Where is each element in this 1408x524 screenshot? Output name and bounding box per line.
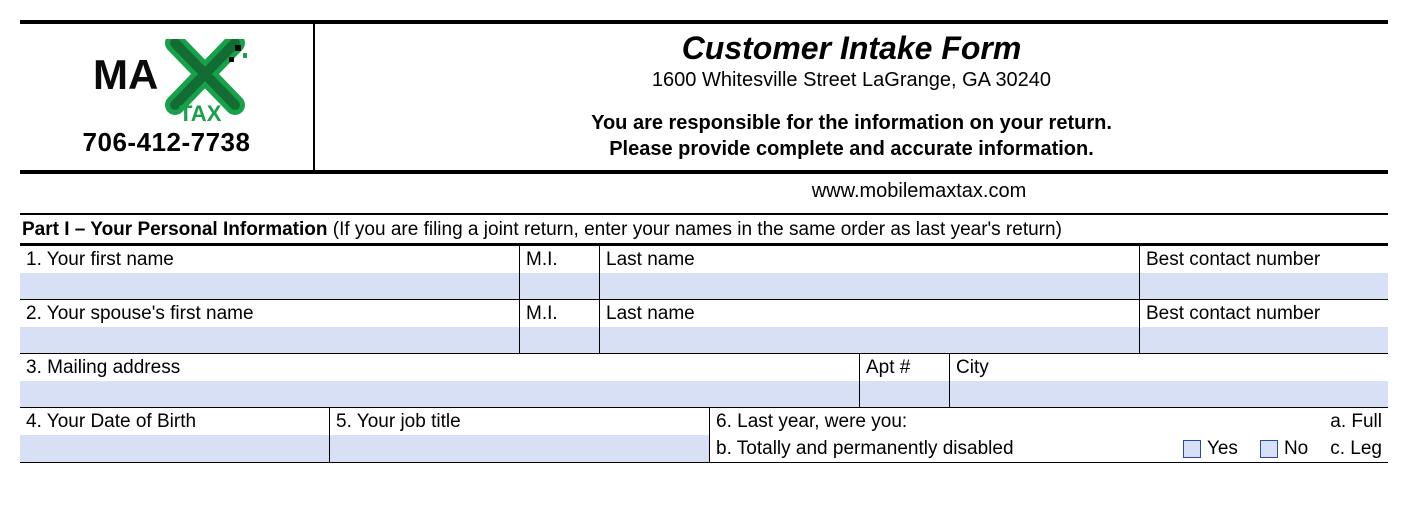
logo-tax-text: TAX: [179, 101, 222, 125]
input-spouse-first[interactable]: [20, 327, 520, 353]
company-address: 1600 Whitesville Street LaGrange, GA 302…: [325, 69, 1378, 92]
disclaimer-line-2: Please provide complete and accurate inf…: [325, 136, 1378, 162]
checkbox-icon: [1260, 440, 1278, 458]
input-spouse-last[interactable]: [600, 327, 1140, 353]
label-apt: Apt #: [860, 354, 950, 381]
yes-label: Yes: [1207, 438, 1238, 460]
disclaimer-line-1: You are responsible for the information …: [325, 110, 1378, 136]
label-contact: Best contact number: [1140, 246, 1388, 273]
row-1-inputs: [20, 273, 1388, 299]
website-url: www.mobilemaxtax.com: [20, 174, 1388, 209]
input-spouse-mi[interactable]: [520, 327, 600, 353]
form-header: MA TAX 706-412-7738 Customer Intake Form…: [20, 20, 1388, 174]
part-1-heading: Part I – Your Personal Information (If y…: [20, 213, 1388, 246]
label-spouse-first: 2. Your spouse's first name: [20, 300, 520, 327]
input-dob[interactable]: [20, 435, 330, 462]
input-apt[interactable]: [860, 381, 950, 407]
label-q6a: 6. Last year, were you: a. Full: [710, 408, 1388, 435]
input-job-title[interactable]: [330, 435, 710, 462]
row-1-labels: 1. Your first name M.I. Last name Best c…: [20, 246, 1388, 273]
row-2-inputs: [20, 327, 1388, 353]
input-first-name[interactable]: [20, 273, 520, 299]
input-contact[interactable]: [1140, 273, 1388, 299]
input-city[interactable]: [950, 381, 1388, 407]
row-4-line-b: b. Totally and permanently disabled Yes …: [20, 435, 1388, 462]
checkbox-icon: [1183, 440, 1201, 458]
q6a-tail: a. Full: [1330, 411, 1382, 433]
label-job-title: 5. Your job title: [330, 408, 710, 435]
input-mailing-address[interactable]: [20, 381, 860, 407]
form-title: Customer Intake Form: [325, 30, 1378, 67]
label-dob: 4. Your Date of Birth: [20, 408, 330, 435]
part-1-note: (If you are filing a joint return, enter…: [333, 219, 1062, 240]
label-spouse-contact: Best contact number: [1140, 300, 1388, 327]
bottom-rule: [20, 462, 1388, 463]
header-right: Customer Intake Form 1600 Whitesville St…: [315, 24, 1388, 170]
q6a-text: 6. Last year, were you:: [716, 411, 907, 433]
label-mi: M.I.: [520, 246, 600, 273]
label-last-name: Last name: [600, 246, 1140, 273]
input-mi[interactable]: [520, 273, 600, 299]
label-city: City: [950, 354, 1388, 381]
row-4-labels: 4. Your Date of Birth 5. Your job title …: [20, 407, 1388, 435]
header-left: MA TAX 706-412-7738: [20, 24, 315, 170]
row-3-labels: 3. Mailing address Apt # City: [20, 353, 1388, 381]
label-first-name: 1. Your first name: [20, 246, 520, 273]
q6b-area: b. Totally and permanently disabled Yes …: [710, 435, 1388, 462]
part-1-title: Part I – Your Personal Information: [22, 219, 327, 240]
row-2-labels: 2. Your spouse's first name M.I. Last na…: [20, 299, 1388, 327]
label-spouse-last: Last name: [600, 300, 1140, 327]
company-phone: 706-412-7738: [83, 127, 251, 158]
input-last-name[interactable]: [600, 273, 1140, 299]
logo-ma-text: MA: [93, 51, 158, 98]
label-spouse-mi: M.I.: [520, 300, 600, 327]
no-label: No: [1284, 438, 1308, 460]
q6b-yes-option[interactable]: Yes: [1183, 438, 1238, 460]
q6b-tail: c. Leg: [1330, 438, 1382, 460]
q6b-text: b. Totally and permanently disabled: [716, 438, 1183, 460]
row-3-inputs: [20, 381, 1388, 407]
q6b-no-option[interactable]: No: [1260, 438, 1308, 460]
label-mailing-address: 3. Mailing address: [20, 354, 860, 381]
maxtax-logo: MA TAX: [87, 39, 247, 125]
input-spouse-contact[interactable]: [1140, 327, 1388, 353]
